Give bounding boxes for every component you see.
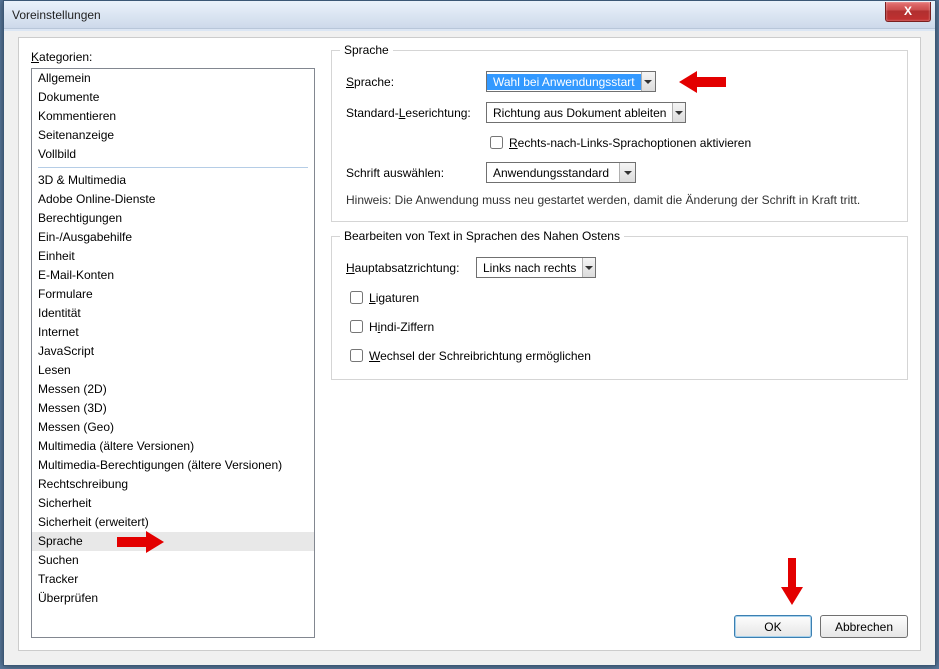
restart-hint: Hinweis: Die Anwendung muss neu gestarte…	[346, 193, 893, 207]
language-group: Sprache Sprache: Wahl bei Anwendungsstar…	[331, 50, 908, 222]
window-title: Voreinstellungen	[12, 8, 101, 22]
reading-direction-label: Standard-Leserichtung:	[346, 106, 486, 120]
list-item[interactable]: Kommentieren	[32, 107, 314, 126]
list-item[interactable]: 3D & Multimedia	[32, 171, 314, 190]
annotation-arrow-icon	[117, 532, 167, 552]
list-item[interactable]: Multimedia-Berechtigungen (ältere Versio…	[32, 456, 314, 475]
language-dropdown-value: Wahl bei Anwendungsstart	[487, 74, 641, 90]
list-item-selected[interactable]: Sprache	[32, 532, 314, 551]
rtl-options-checkbox[interactable]	[490, 136, 503, 149]
writing-direction-switch-label: Wechsel der Schreibrichtung ermöglichen	[369, 349, 591, 363]
chevron-down-icon	[582, 258, 595, 277]
group-title-language: Sprache	[340, 43, 393, 57]
writing-direction-switch-checkbox[interactable]	[350, 349, 363, 362]
paragraph-direction-value: Links nach rechts	[477, 260, 582, 276]
list-item[interactable]: Berechtigungen	[32, 209, 314, 228]
list-item[interactable]: Adobe Online-Dienste	[32, 190, 314, 209]
list-item[interactable]: Messen (2D)	[32, 380, 314, 399]
settings-panel: Sprache Sprache: Wahl bei Anwendungsstar…	[315, 50, 908, 638]
list-item[interactable]: Suchen	[32, 551, 314, 570]
list-item[interactable]: Rechtschreibung	[32, 475, 314, 494]
hindi-digits-label: Hindi-Ziffern	[369, 320, 434, 334]
cancel-button[interactable]: Abbrechen	[820, 615, 908, 638]
chevron-down-icon	[619, 163, 635, 182]
annotation-arrow-icon	[782, 558, 802, 608]
list-item[interactable]: Formulare	[32, 285, 314, 304]
preferences-dialog: Voreinstellungen X Kategorien: Allgemein…	[3, 0, 936, 666]
language-label: Sprache:	[346, 75, 486, 89]
list-item[interactable]: Multimedia (ältere Versionen)	[32, 437, 314, 456]
list-item[interactable]: Sicherheit (erweitert)	[32, 513, 314, 532]
rtl-options-label: Rechts-nach-Links-Sprachoptionen aktivie…	[509, 136, 751, 150]
font-select-dropdown[interactable]: Anwendungsstandard	[486, 162, 636, 183]
list-item[interactable]: Messen (Geo)	[32, 418, 314, 437]
paragraph-direction-label: Hauptabsatzrichtung:	[346, 261, 476, 275]
list-item[interactable]: E-Mail-Konten	[32, 266, 314, 285]
list-item[interactable]: Ein-/Ausgabehilfe	[32, 228, 314, 247]
list-item[interactable]: Identität	[32, 304, 314, 323]
close-button[interactable]: X	[885, 2, 931, 22]
paragraph-direction-dropdown[interactable]: Links nach rechts	[476, 257, 596, 278]
list-item[interactable]: Vollbild	[32, 145, 314, 164]
language-dropdown[interactable]: Wahl bei Anwendungsstart	[486, 71, 656, 92]
dialog-buttons: OK Abbrechen	[734, 615, 908, 638]
ligatures-label: Ligaturen	[369, 291, 419, 305]
categories-panel: Kategorien: AllgemeinDokumenteKommentier…	[31, 50, 315, 638]
list-item[interactable]: Dokumente	[32, 88, 314, 107]
reading-direction-dropdown[interactable]: Richtung aus Dokument ableiten	[486, 102, 686, 123]
list-item[interactable]: Internet	[32, 323, 314, 342]
reading-direction-value: Richtung aus Dokument ableiten	[487, 105, 672, 121]
list-item[interactable]: Lesen	[32, 361, 314, 380]
list-item[interactable]: Messen (3D)	[32, 399, 314, 418]
list-item[interactable]: Einheit	[32, 247, 314, 266]
group-title-middle-east: Bearbeiten von Text in Sprachen des Nahe…	[340, 229, 624, 243]
list-separator	[38, 167, 308, 168]
titlebar: Voreinstellungen X	[4, 1, 935, 29]
list-item[interactable]: Allgemein	[32, 69, 314, 88]
font-select-label: Schrift auswählen:	[346, 166, 486, 180]
chevron-down-icon	[672, 103, 685, 122]
dialog-content: Kategorien: AllgemeinDokumenteKommentier…	[18, 37, 921, 651]
categories-label: Kategorien:	[31, 50, 315, 64]
middle-east-group: Bearbeiten von Text in Sprachen des Nahe…	[331, 236, 908, 380]
list-item[interactable]: Sicherheit	[32, 494, 314, 513]
hindi-digits-checkbox[interactable]	[350, 320, 363, 333]
list-item[interactable]: Überprüfen	[32, 589, 314, 608]
categories-listbox[interactable]: AllgemeinDokumenteKommentierenSeitenanze…	[31, 68, 315, 638]
chevron-down-icon	[641, 72, 655, 91]
list-item[interactable]: JavaScript	[32, 342, 314, 361]
list-item[interactable]: Seitenanzeige	[32, 126, 314, 145]
ok-button[interactable]: OK	[734, 615, 812, 638]
ligatures-checkbox[interactable]	[350, 291, 363, 304]
font-select-value: Anwendungsstandard	[487, 165, 619, 181]
list-item[interactable]: Tracker	[32, 570, 314, 589]
annotation-arrow-icon	[676, 72, 726, 92]
